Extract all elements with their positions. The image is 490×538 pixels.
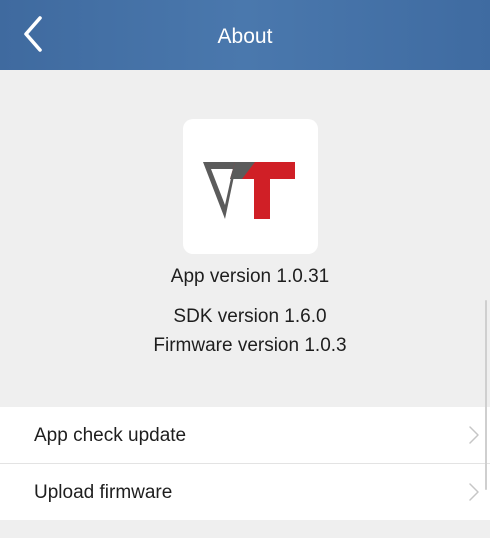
chevron-right-icon xyxy=(469,426,479,444)
about-screen: About App version 1.0.31 SDK version 1.6… xyxy=(0,0,490,538)
vt-logo-icon xyxy=(203,162,295,219)
sdk-version-text: SDK version 1.6.0 xyxy=(173,306,327,327)
page-title: About xyxy=(217,25,273,48)
menu-item-label: Upload firmware xyxy=(34,482,173,503)
app-version-text: App version 1.0.31 xyxy=(170,266,330,287)
menu-item-label: App check update xyxy=(34,425,187,446)
scrollbar[interactable] xyxy=(485,300,487,490)
chevron-right-icon xyxy=(469,483,479,501)
app-check-update-item[interactable]: App check update xyxy=(0,407,490,463)
upload-firmware-item[interactable]: Upload firmware xyxy=(0,463,490,520)
settings-list: App check update Upload firmware xyxy=(0,407,490,520)
top-app-bar: About xyxy=(0,0,490,70)
firmware-version-text: Firmware version 1.0.3 xyxy=(153,335,347,356)
app-logo xyxy=(183,119,318,254)
